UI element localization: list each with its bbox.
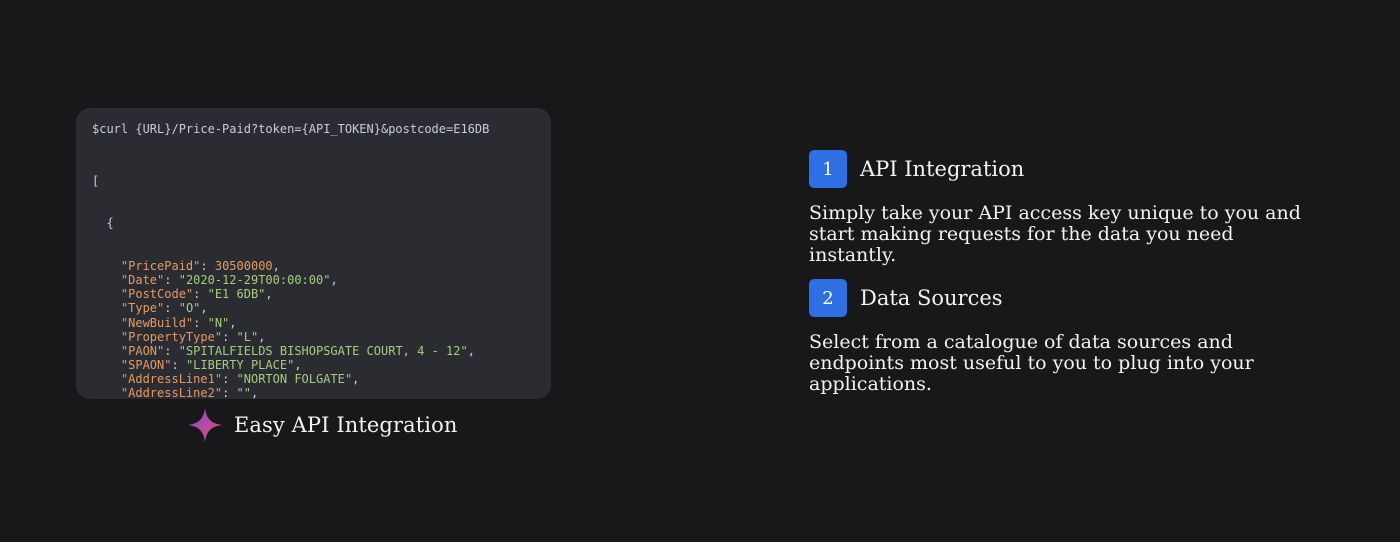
json-key: "NewBuild" bbox=[120, 315, 194, 330]
json-value: "LIBERTY PLACE" bbox=[185, 358, 295, 373]
json-value: "L" bbox=[236, 329, 259, 344]
feature-caption: Easy API Integration bbox=[188, 407, 457, 443]
json-key: "PricePaid" bbox=[120, 258, 201, 273]
json-field-line: "Type": "O", bbox=[120, 301, 208, 316]
json-value: 30500000 bbox=[214, 258, 273, 273]
step-description: Select from a catalogue of data sources … bbox=[809, 331, 1254, 395]
json-open-brace: { bbox=[92, 216, 114, 231]
step-header: 2 Data Sources bbox=[809, 279, 1329, 317]
step-number-badge: 2 bbox=[809, 279, 847, 317]
json-value: "O" bbox=[178, 301, 201, 316]
json-key: "PostCode" bbox=[120, 287, 194, 302]
json-value: "E1 6DB" bbox=[207, 287, 266, 302]
json-key: "Date" bbox=[120, 272, 165, 287]
json-response: [ { "PricePaid": 30500000, "Date": "2020… bbox=[92, 145, 535, 399]
curl-command: $curl {URL}/Price-Paid?token={API_TOKEN}… bbox=[92, 122, 490, 136]
step-number-badge: 1 bbox=[809, 150, 847, 188]
json-value: "" bbox=[236, 386, 251, 399]
step-title: Data Sources bbox=[860, 286, 1003, 310]
json-value: "N" bbox=[207, 315, 230, 330]
json-key: "AddressLine1" bbox=[120, 372, 223, 387]
sparkle-icon bbox=[188, 408, 222, 442]
code-sample-card: $curl {URL}/Price-Paid?token={API_TOKEN}… bbox=[76, 108, 551, 399]
json-field-line: "NewBuild": "N", bbox=[120, 315, 237, 330]
json-field-line: "PropertyType": "L", bbox=[120, 329, 266, 344]
step-description: Simply take your API access key unique t… bbox=[809, 202, 1301, 266]
json-key: "PAON" bbox=[120, 343, 165, 358]
step-api-integration: 1 API Integration Simply take your API a… bbox=[809, 150, 1329, 266]
json-key: "Type" bbox=[120, 301, 165, 316]
json-fields: "PricePaid": 30500000, "Date": "2020-12-… bbox=[92, 259, 535, 399]
json-open-bracket: [ bbox=[92, 173, 100, 188]
json-field-line: "AddressLine1": "NORTON FOLGATE", bbox=[120, 372, 360, 387]
json-key: "PropertyType" bbox=[120, 329, 223, 344]
json-key: "SPAON" bbox=[120, 358, 172, 373]
json-value: "2020-12-29T00:00:00" bbox=[178, 272, 331, 287]
json-key: "AddressLine2" bbox=[120, 386, 223, 399]
json-field-line: "AddressLine2": "", bbox=[120, 386, 259, 399]
json-field-line: "Date": "2020-12-29T00:00:00", bbox=[120, 272, 338, 287]
json-value: "SPITALFIELDS BISHOPSGATE COURT, 4 - 12" bbox=[178, 343, 468, 358]
caption-label: Easy API Integration bbox=[234, 413, 458, 437]
json-field-line: "PAON": "SPITALFIELDS BISHOPSGATE COURT,… bbox=[120, 343, 475, 358]
step-data-sources: 2 Data Sources Select from a catalogue o… bbox=[809, 279, 1329, 395]
json-field-line: "PostCode": "E1 6DB", bbox=[120, 287, 273, 302]
json-field-line: "SPAON": "LIBERTY PLACE", bbox=[120, 358, 302, 373]
json-value: "NORTON FOLGATE" bbox=[236, 372, 353, 387]
step-header: 1 API Integration bbox=[809, 150, 1329, 188]
json-field-line: "PricePaid": 30500000, bbox=[120, 258, 280, 273]
step-title: API Integration bbox=[860, 157, 1025, 181]
